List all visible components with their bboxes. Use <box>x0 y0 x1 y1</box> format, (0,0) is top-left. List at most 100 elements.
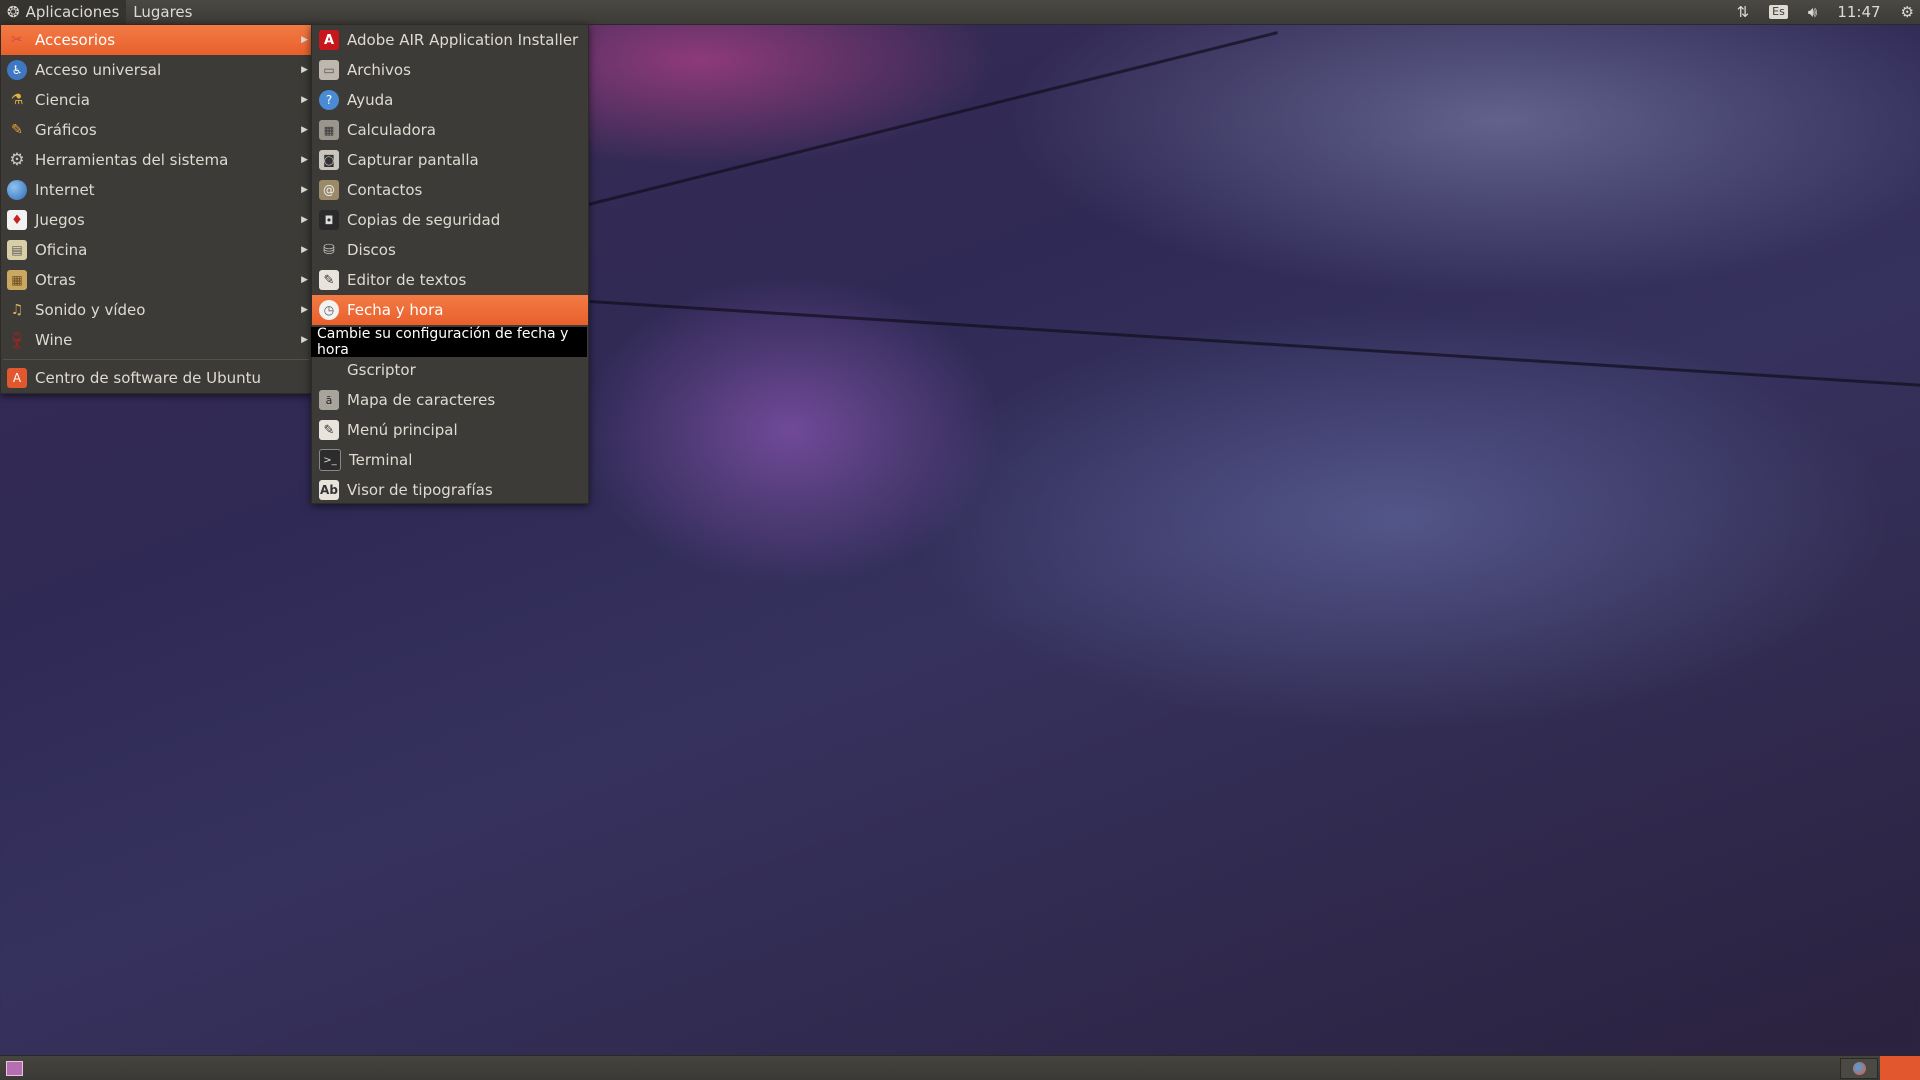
submenu-item-archivos[interactable]: ▭ Archivos <box>312 55 588 85</box>
menu-item-label: Acceso universal <box>35 61 162 79</box>
submenu-item-label: Capturar pantalla <box>347 151 479 169</box>
menu-item-label: Sonido y vídeo <box>35 301 146 319</box>
submenu-arrow-icon: ▶ <box>301 65 308 75</box>
submenu-item-visor[interactable]: Ab Visor de tipografías <box>312 475 588 505</box>
menu-item-juegos[interactable]: ♦ Juegos ▶ <box>1 205 312 235</box>
submenu-item-label: Menú principal <box>347 421 458 439</box>
submenu-item-label: Gscriptor <box>347 361 416 379</box>
submenu-item-label: Mapa de caracteres <box>347 391 496 409</box>
graphics-icon: ✎ <box>11 122 23 138</box>
submenu-item-ayuda[interactable]: ? Ayuda <box>312 85 588 115</box>
menu-item-label: Otras <box>35 271 76 289</box>
submenu-item-label: Calculadora <box>347 121 437 139</box>
applications-menu-button[interactable]: ❂ Aplicaciones <box>0 0 127 24</box>
help-icon: ? <box>319 90 339 110</box>
disks-icon: ⛁ <box>323 242 335 258</box>
internet-icon <box>7 180 27 200</box>
text-editor-icon: ✎ <box>319 270 339 290</box>
accessories-icon: ✂ <box>11 32 23 48</box>
submenu-item-discos[interactable]: ⛁ Discos <box>312 235 588 265</box>
firefox-icon <box>1852 1062 1866 1075</box>
terminal-icon: >_ <box>319 449 341 471</box>
submenu-item-label: Editor de textos <box>347 271 467 289</box>
universal-access-icon: ♿ <box>7 60 27 80</box>
places-menu-button[interactable]: Lugares <box>126 0 199 24</box>
submenu-arrow-icon: ▶ <box>301 185 308 195</box>
submenu-item-label: Visor de tipografías <box>347 481 493 499</box>
bottom-panel <box>0 1055 1920 1080</box>
menu-item-herramientas[interactable]: ⚙ Herramientas del sistema ▶ <box>1 145 312 175</box>
submenu-item-menu-principal[interactable]: ✎ Menú principal <box>312 415 588 445</box>
submenu-item-label: Ayuda <box>347 91 394 109</box>
top-panel: ❂ Aplicaciones Lugares ⇅ Es 🔊︎ 11:47 ⚙ <box>0 0 1920 24</box>
applications-menu: ✂ Accesorios ▶ ♿ Acceso universal ▶ ⚗ Ci… <box>0 24 313 394</box>
ubuntu-logo-icon: ❂ <box>7 3 20 21</box>
menu-item-sonido-video[interactable]: ♫ Sonido y vídeo ▶ <box>1 295 312 325</box>
menu-item-otras[interactable]: ▦ Otras ▶ <box>1 265 312 295</box>
menu-item-acceso-universal[interactable]: ♿ Acceso universal ▶ <box>1 55 312 85</box>
submenu-arrow-icon: ▶ <box>301 125 308 135</box>
submenu-item-terminal[interactable]: >_ Terminal <box>312 445 588 475</box>
submenu-arrow-icon: ▶ <box>301 335 308 345</box>
submenu-item-label: Copias de seguridad <box>347 211 501 229</box>
submenu-arrow-icon: ▶ <box>301 35 308 45</box>
places-label: Lugares <box>133 3 193 21</box>
system-tools-icon: ⚙ <box>9 150 25 170</box>
menu-item-internet[interactable]: Internet ▶ <box>1 175 312 205</box>
submenu-item-fecha-hora[interactable]: ◷ Fecha y hora <box>312 295 588 325</box>
show-desktop-icon[interactable] <box>6 1061 23 1076</box>
submenu-item-copias[interactable]: ◘ Copias de seguridad <box>312 205 588 235</box>
taskbar-item[interactable] <box>1840 1058 1878 1079</box>
main-menu-icon: ✎ <box>319 420 339 440</box>
menu-item-label: Ciencia <box>35 91 90 109</box>
clock[interactable]: 11:47 <box>1837 3 1880 21</box>
menu-item-label: Wine <box>35 331 73 349</box>
menu-item-label: Gráficos <box>35 121 97 139</box>
menu-item-accesorios[interactable]: ✂ Accesorios ▶ <box>1 25 312 55</box>
files-icon: ▭ <box>319 60 339 80</box>
submenu-arrow-icon: ▶ <box>301 245 308 255</box>
submenu-item-label: Fecha y hora <box>347 301 444 319</box>
calculator-icon: ▦ <box>319 120 339 140</box>
character-map-icon: ā <box>319 390 339 410</box>
menu-item-label: Juegos <box>35 211 85 229</box>
wine-icon: 🍷︎ <box>6 330 28 350</box>
other-icon: ▦ <box>7 270 27 290</box>
menu-item-ciencia[interactable]: ⚗ Ciencia ▶ <box>1 85 312 115</box>
submenu-item-gscriptor[interactable]: Gscriptor <box>312 355 588 385</box>
menu-item-oficina[interactable]: ▤ Oficina ▶ <box>1 235 312 265</box>
session-gear-icon[interactable]: ⚙ <box>1901 3 1914 21</box>
clock-icon: ◷ <box>319 300 339 320</box>
submenu-item-editor[interactable]: ✎ Editor de textos <box>312 265 588 295</box>
menu-item-software-center[interactable]: A Centro de software de Ubuntu <box>1 363 312 393</box>
volume-icon[interactable]: 🔊︎ <box>1808 3 1817 21</box>
submenu-item-mapa[interactable]: ā Mapa de caracteres <box>312 385 588 415</box>
accessories-submenu: A Adobe AIR Application Installer ▭ Arch… <box>311 24 589 504</box>
submenu-arrow-icon: ▶ <box>301 215 308 225</box>
workspace-switcher[interactable] <box>1880 1056 1920 1080</box>
submenu-item-capturar[interactable]: ◙ Capturar pantalla <box>312 145 588 175</box>
network-icon[interactable]: ⇅ <box>1737 3 1750 21</box>
keyboard-layout-indicator[interactable]: Es <box>1769 5 1788 19</box>
menu-item-label: Herramientas del sistema <box>35 151 229 169</box>
science-icon: ⚗ <box>10 92 24 108</box>
submenu-item-adobe-air[interactable]: A Adobe AIR Application Installer <box>312 25 588 55</box>
adobe-air-icon: A <box>319 30 339 50</box>
applications-label: Aplicaciones <box>25 3 120 21</box>
menu-item-label: Centro de software de Ubuntu <box>35 369 261 387</box>
menu-item-label: Oficina <box>35 241 88 259</box>
submenu-arrow-icon: ▶ <box>301 155 308 165</box>
submenu-item-label: Discos <box>347 241 396 259</box>
submenu-arrow-icon: ▶ <box>301 95 308 105</box>
menu-item-graficos[interactable]: ✎ Gráficos ▶ <box>1 115 312 145</box>
wallpaper-crack <box>589 300 1920 388</box>
submenu-item-label: Adobe AIR Application Installer <box>347 31 579 49</box>
gscriptor-icon <box>319 360 339 380</box>
submenu-item-calculadora[interactable]: ▦ Calculadora <box>312 115 588 145</box>
menu-item-wine[interactable]: 🍷︎ Wine ▶ <box>1 325 312 355</box>
screenshot-icon: ◙ <box>319 150 339 170</box>
submenu-item-label: Terminal <box>349 451 413 469</box>
submenu-item-contactos[interactable]: @ Contactos <box>312 175 588 205</box>
menu-item-label: Internet <box>35 181 95 199</box>
submenu-item-label: Contactos <box>347 181 423 199</box>
